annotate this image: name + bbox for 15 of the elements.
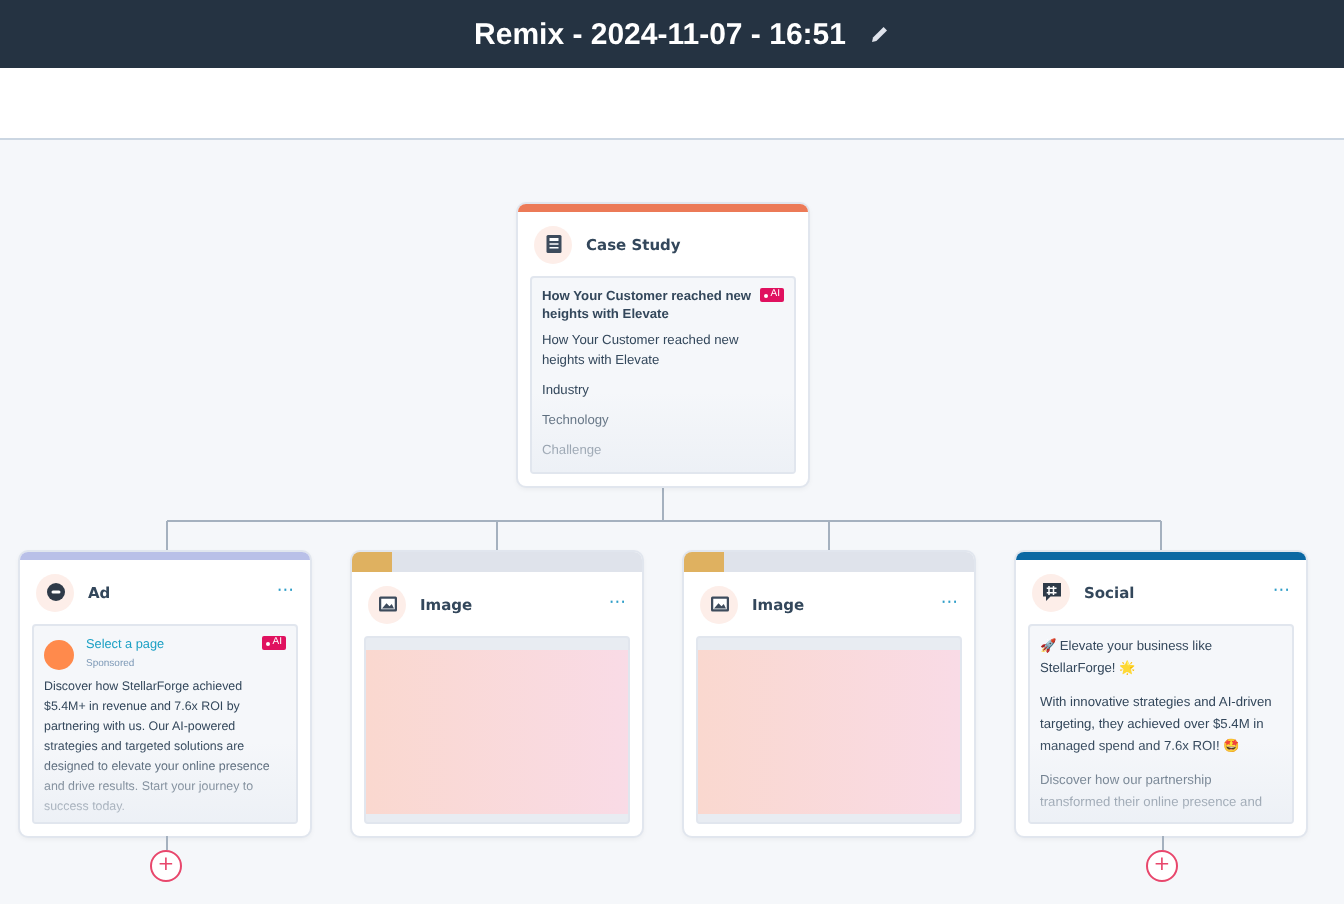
- page-title: Remix - 2024-11-07 - 16:51: [474, 17, 846, 51]
- document-icon: [541, 232, 565, 256]
- node-card[interactable]: [20, 552, 310, 836]
- more-button[interactable]: ···: [604, 595, 630, 613]
- add-button[interactable]: +: [150, 850, 182, 882]
- image-icon: [707, 592, 731, 616]
- more-button[interactable]: ···: [272, 583, 298, 601]
- add-button[interactable]: +: [1146, 850, 1178, 882]
- more-button[interactable]: ···: [936, 595, 962, 613]
- more-button[interactable]: ···: [1268, 583, 1294, 601]
- avatar: [44, 640, 74, 670]
- image-icon: [375, 592, 399, 616]
- chat-icon: [1039, 580, 1063, 604]
- node-card[interactable]: [1016, 552, 1306, 836]
- pencil-icon[interactable]: [869, 24, 890, 44]
